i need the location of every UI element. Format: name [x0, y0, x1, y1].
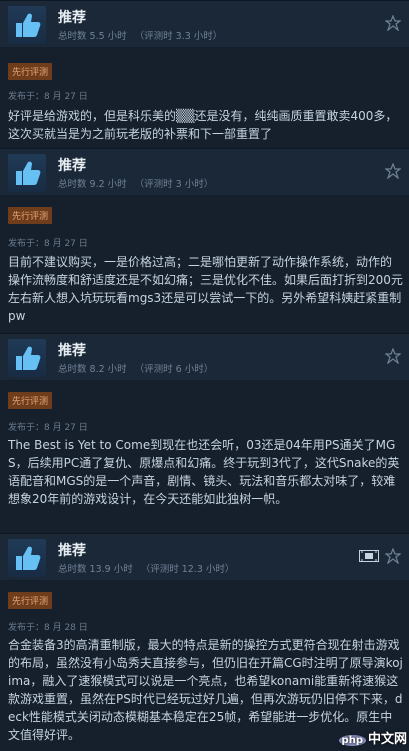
- early-access-badge: 先行评测: [8, 63, 53, 80]
- thumbs-up-icon: [8, 6, 46, 44]
- review-text: The Best is Yet to Come到现在也还会听，03还是04年用P…: [8, 438, 400, 506]
- watermark: php 中文网: [338, 728, 407, 747]
- hours-total: 总时数 5.5 小时: [58, 31, 127, 42]
- thumbs-up-icon: [8, 339, 46, 377]
- playtime: 总时数 13.9 小时 （评测时 12.3 小时）: [58, 561, 234, 575]
- early-access-badge: 先行评测: [8, 592, 53, 609]
- review-text: 目前不建议购买，一是价格过高；二是哪怕更新了动作操作系统，动作的操作流畅度和舒适…: [8, 255, 403, 323]
- review-card: 推荐 总时数 13.9 小时 （评测时 12.3 小时） 先行评测 发布于：8 月…: [0, 533, 409, 751]
- star-icon[interactable]: [385, 548, 401, 564]
- posted-date: 发布于：8 月 27 日: [8, 423, 88, 433]
- review-card: 推荐 总时数 9.2 小时 （评测时 3 小时） 先行评测 发布于：8 月 27 …: [0, 148, 409, 334]
- review-header: 推荐 总时数 8.2 小时 （评测时 6 小时）: [0, 334, 409, 380]
- thumbs-up-icon: [8, 539, 46, 577]
- hours-total: 总时数 13.9 小时: [58, 564, 133, 575]
- early-access-badge: 先行评测: [8, 392, 53, 409]
- posted-date: 发布于：8 月 27 日: [8, 92, 88, 102]
- hours-at-review: （评测时 3 小时）: [134, 179, 214, 190]
- review-header: 推荐 总时数 5.5 小时 （评测时 3.3 小时）: [0, 1, 409, 47]
- hours-at-review: （评测时 12.3 小时）: [140, 564, 235, 575]
- film-icon: [359, 550, 379, 562]
- playtime: 总时数 8.2 小时 （评测时 6 小时）: [58, 361, 213, 375]
- hours-total: 总时数 9.2 小时: [58, 179, 127, 190]
- review-header: 推荐 总时数 9.2 小时 （评测时 3 小时）: [0, 149, 409, 195]
- review-verdict: 推荐: [58, 10, 86, 26]
- review-verdict: 推荐: [58, 543, 86, 559]
- playtime: 总时数 9.2 小时 （评测时 3 小时）: [58, 176, 213, 190]
- review-verdict: 推荐: [58, 343, 86, 359]
- watermark-text: 中文网: [367, 732, 407, 747]
- review-verdict: 推荐: [58, 158, 86, 174]
- review-card: 推荐 总时数 8.2 小时 （评测时 6 小时） 先行评测 发布于：8 月 27 …: [0, 333, 409, 534]
- star-icon[interactable]: [385, 348, 401, 364]
- hours-total: 总时数 8.2 小时: [58, 364, 127, 375]
- early-access-badge: 先行评测: [8, 207, 53, 224]
- star-icon[interactable]: [385, 15, 401, 31]
- review-header: 推荐 总时数 13.9 小时 （评测时 12.3 小时）: [0, 534, 409, 580]
- posted-date: 发布于：8 月 27 日: [8, 239, 88, 249]
- review-text: 好评是给游戏的，但是科乐美的▒▒还是没有，纯纯画质重置敢卖400多，这次买就当是…: [8, 109, 398, 141]
- star-icon[interactable]: [385, 163, 401, 179]
- hours-at-review: （评测时 3.3 小时）: [134, 31, 223, 42]
- thumbs-up-icon: [8, 154, 46, 192]
- playtime: 总时数 5.5 小时 （评测时 3.3 小时）: [58, 28, 222, 42]
- posted-date: 发布于：8 月 28 日: [8, 623, 88, 633]
- hours-at-review: （评测时 6 小时）: [134, 364, 214, 375]
- review-card: 推荐 总时数 5.5 小时 （评测时 3.3 小时） 先行评测 发布于：8 月 2…: [0, 0, 409, 149]
- watermark-logo: php: [338, 735, 366, 746]
